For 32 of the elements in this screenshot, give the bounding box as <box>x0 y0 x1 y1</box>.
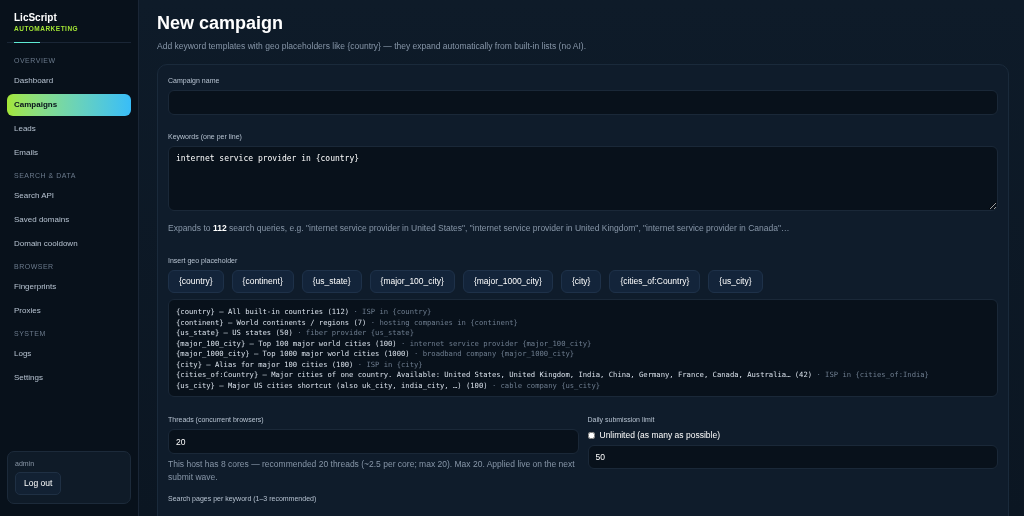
placeholder-chip[interactable]: {us_city} <box>708 270 763 293</box>
threads-help: This host has 8 cores — recommended 20 threads (~2.5 per core; max 20). Max 20. Applied live on the next submit wave. <box>168 458 576 484</box>
placeholder-chip[interactable]: {major_1000_city} <box>462 270 553 293</box>
daily-limit-field[interactable]: 50 <box>587 445 998 469</box>
placeholder-chip[interactable]: {cities_of:Country} <box>609 270 701 293</box>
nav-item[interactable]: Proxies <box>7 300 131 322</box>
keywords-field[interactable]: internet service provider in {country} <box>168 146 998 211</box>
threads-field[interactable]: 20 <box>168 429 579 454</box>
checkbox-label: Unlimited (as many as possible) <box>599 428 720 442</box>
accent-underline <box>14 42 40 43</box>
nav-item[interactable]: Dashboard <box>7 70 131 92</box>
page-subtitle: Add keyword templates with geo placeholders like {country} — they expand automatically from built-in lists (no AI). <box>157 41 587 52</box>
placeholder-chip[interactable]: {us_state} <box>301 270 362 293</box>
logout-button[interactable]: Log out <box>15 472 62 495</box>
placeholder-chip[interactable]: {continent} <box>231 270 294 293</box>
unlimited-checkbox[interactable] <box>587 431 595 439</box>
nav-item[interactable]: Saved domains <box>7 209 131 231</box>
expansion-note: Expands to 112 search queries, e.g. "internet service provider in United States", "internet service provider in United Kingdom", "internet service provider in Canada"… <box>168 223 791 234</box>
placeholder-chip[interactable]: {major_100_city} <box>369 270 455 293</box>
nav-item[interactable]: Emails <box>7 142 131 164</box>
nav-item[interactable]: Settings <box>7 367 131 389</box>
nav-item[interactable]: Logs <box>7 343 131 365</box>
page-title: New campaign <box>157 12 285 34</box>
nav-item[interactable]: Search API <box>7 185 131 207</box>
nav-item[interactable]: Domain cooldown <box>7 233 131 255</box>
nav-item[interactable]: Fingerprints <box>7 276 131 298</box>
nav-item[interactable]: Leads <box>7 118 131 140</box>
brand-name: LicScript <box>14 12 58 24</box>
placeholder-chip[interactable]: {city} <box>560 270 602 293</box>
input-field[interactable] <box>168 90 998 115</box>
nav-item[interactable]: Campaigns <box>7 94 131 116</box>
placeholder-chip[interactable]: {country} <box>168 270 224 293</box>
